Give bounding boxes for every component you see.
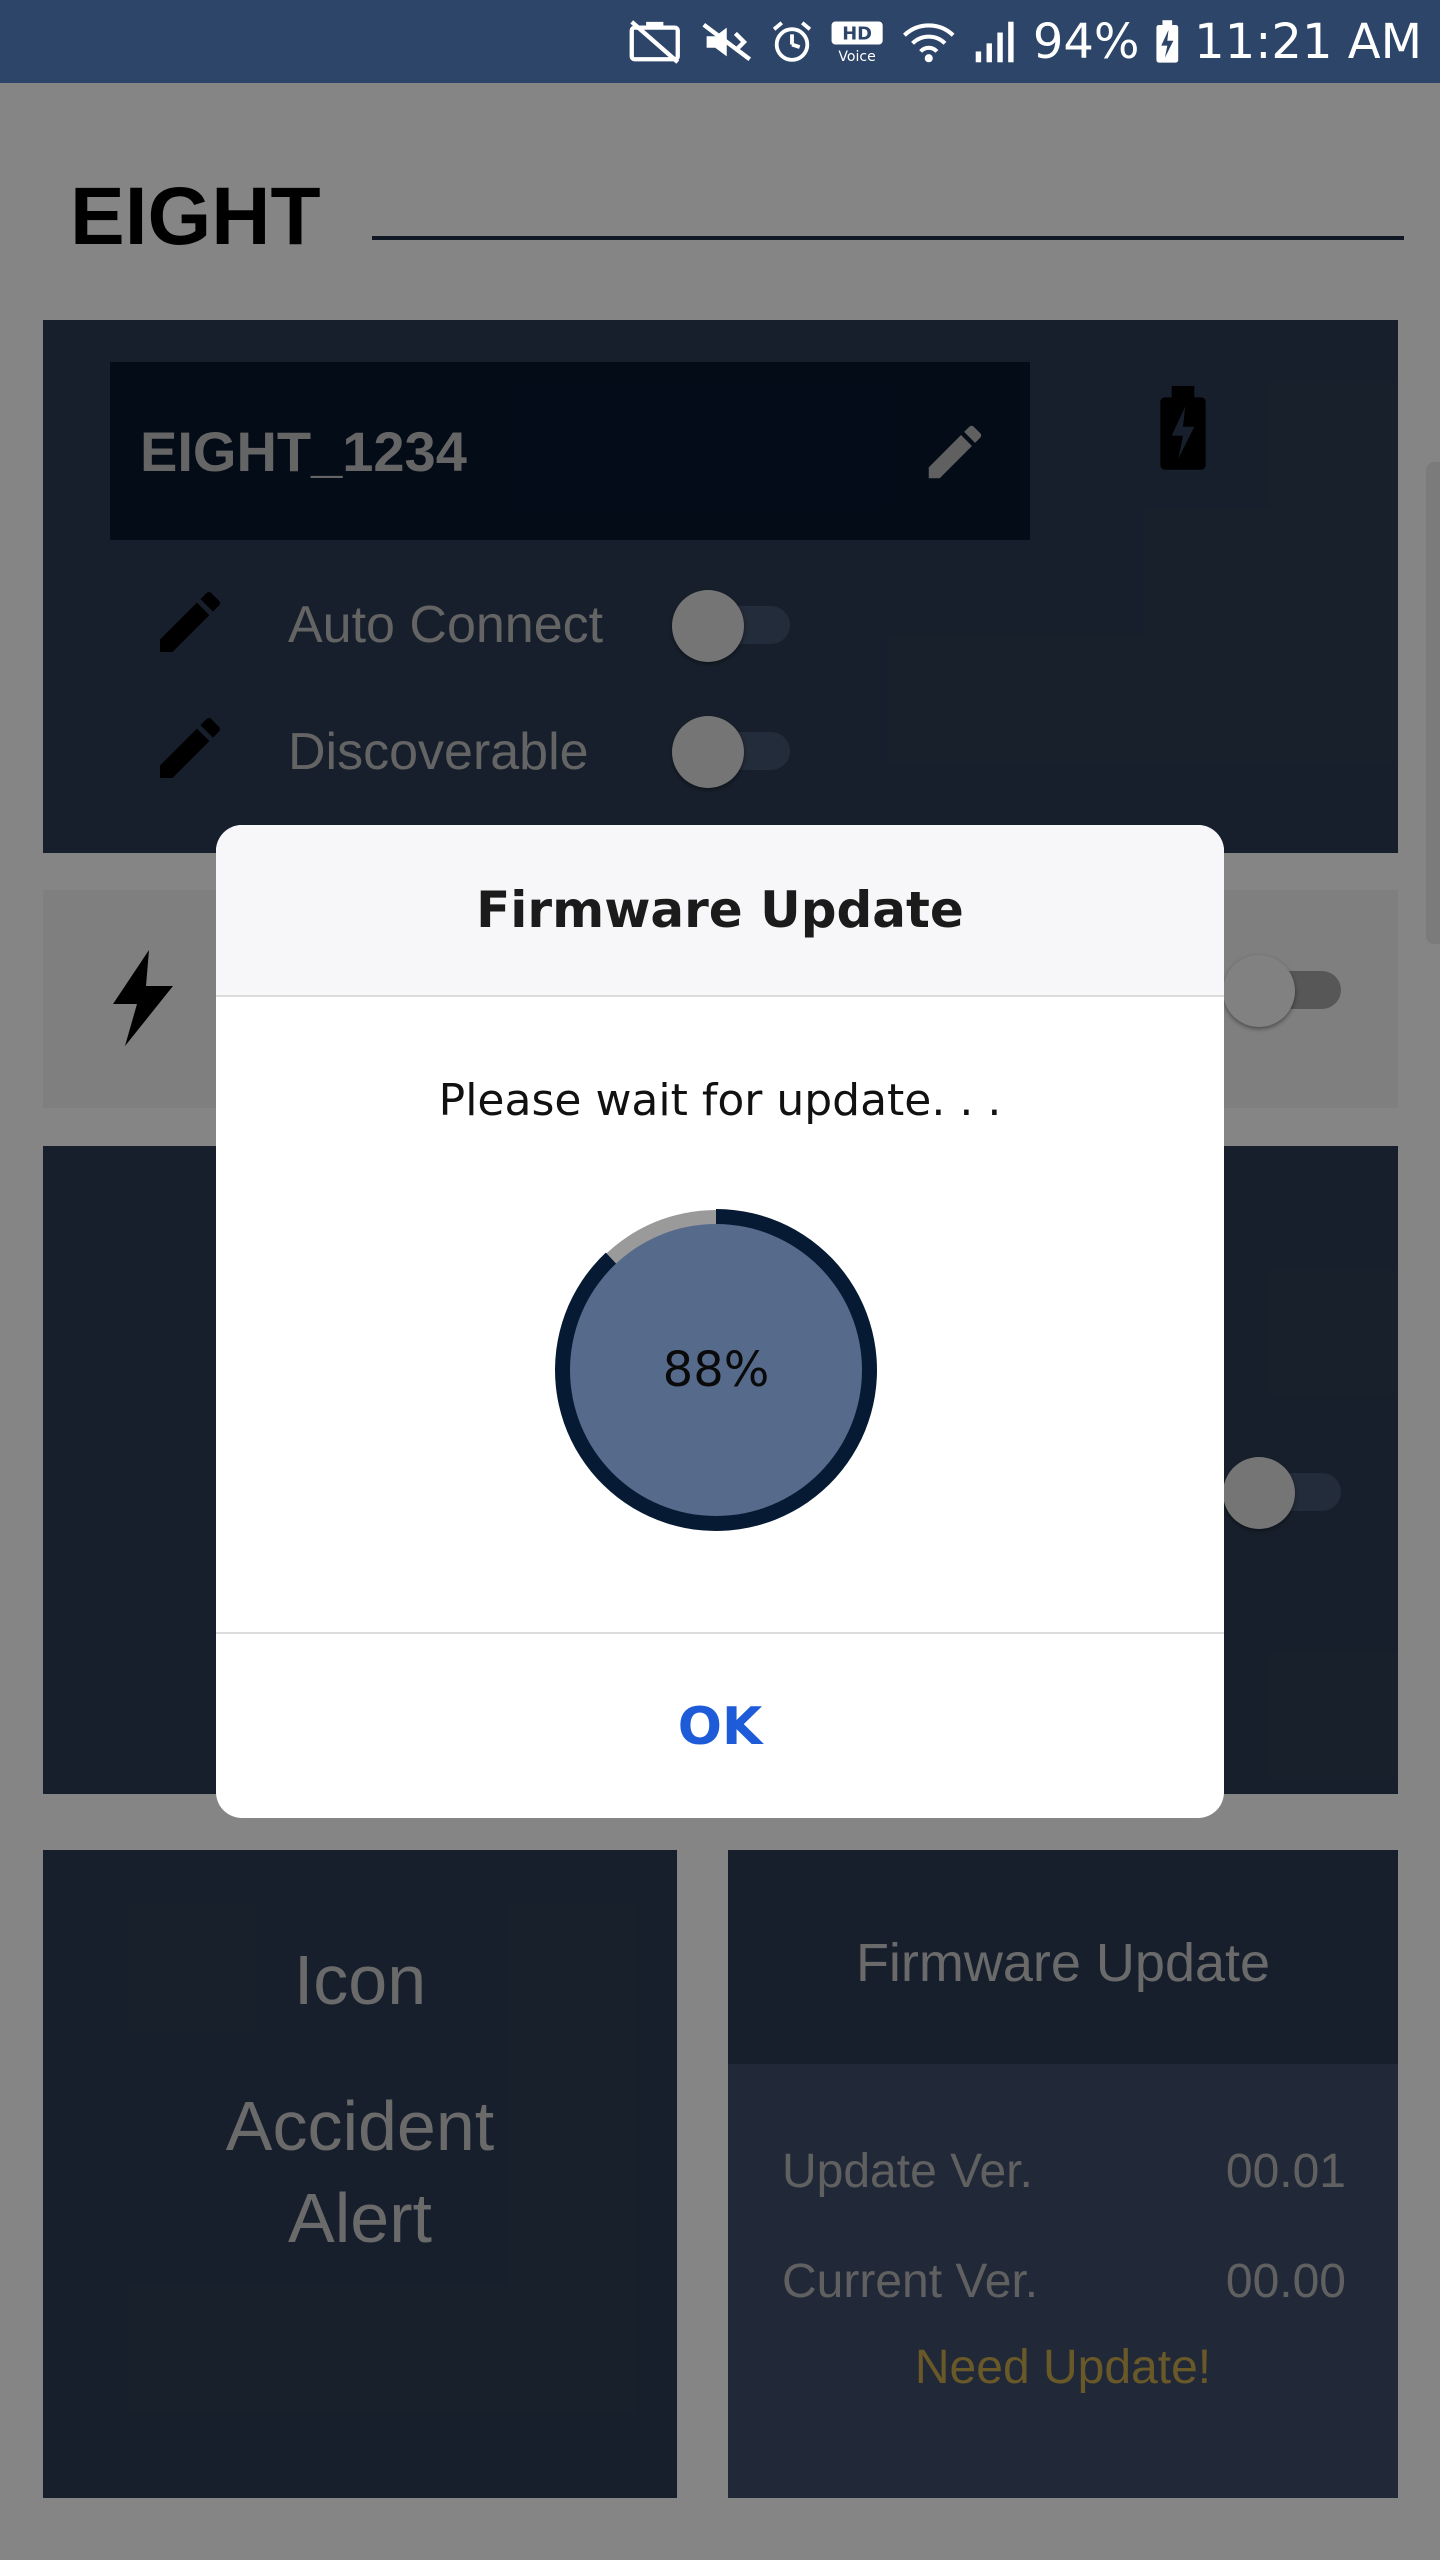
- progress-ring: 88%: [541, 1195, 891, 1545]
- status-icons: HD Voice 94% 11:21 AM: [626, 0, 1422, 83]
- wifi-icon: [899, 17, 959, 67]
- firmware-update-dialog: Firmware Update Please wait for update. …: [216, 825, 1224, 1818]
- clock: 11:21 AM: [1194, 13, 1422, 70]
- no-battery-saver-icon: [626, 17, 684, 67]
- dialog-header: Firmware Update: [216, 825, 1224, 997]
- signal-icon: [973, 17, 1019, 67]
- svg-text:Voice: Voice: [839, 49, 876, 65]
- battery-percent: 94%: [1032, 13, 1140, 70]
- dialog-footer: OK: [216, 1632, 1224, 1818]
- svg-text:HD: HD: [842, 23, 872, 44]
- hd-voice-icon: HD Voice: [829, 17, 885, 67]
- alarm-icon: [769, 17, 815, 67]
- dialog-title: Firmware Update: [476, 881, 964, 939]
- progress-label: 88%: [662, 1342, 770, 1398]
- status-bar: HD Voice 94% 11:21 AM: [0, 0, 1440, 83]
- vibrate-mute-icon: [698, 17, 756, 67]
- dialog-message: Please wait for update. . .: [438, 1075, 1002, 1126]
- battery-charging-icon: [1154, 17, 1181, 67]
- ok-button[interactable]: OK: [216, 1634, 1224, 1818]
